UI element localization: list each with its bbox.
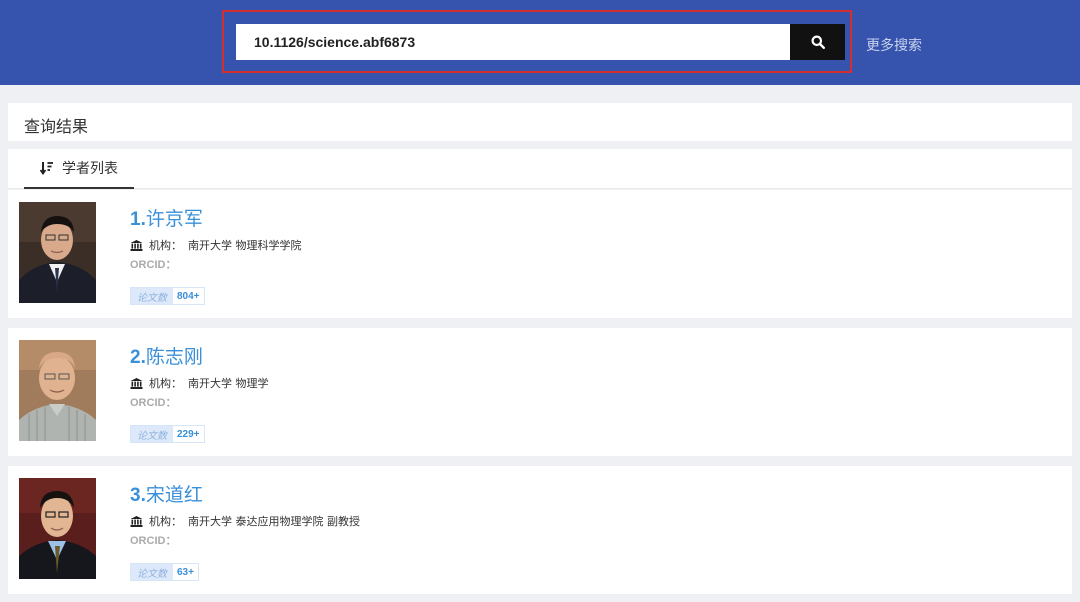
- paper-count-label: 论文数: [131, 288, 173, 304]
- tabs-bar: 学者列表: [8, 149, 1072, 189]
- paper-count-label: 论文数: [131, 426, 173, 442]
- scholar-name-link[interactable]: 2.陈志刚: [130, 342, 203, 369]
- scholar-name: 许京军: [145, 208, 203, 230]
- institution-label: 机构：: [149, 239, 182, 252]
- sort-icon: [40, 162, 53, 175]
- results-header: 查询结果: [8, 103, 1072, 141]
- more-search-link[interactable]: 更多搜索: [866, 35, 922, 55]
- institution-label: 机构：: [149, 377, 182, 390]
- institution-icon: [130, 239, 143, 251]
- paper-count-value: 63+: [173, 564, 198, 580]
- institution-value: 南开大学 物理学: [188, 377, 269, 390]
- tab-scholar-list[interactable]: 学者列表: [24, 149, 134, 189]
- tab-scholar-list-label: 学者列表: [62, 161, 118, 177]
- avatar[interactable]: [19, 478, 96, 579]
- scholar-index: 1.: [130, 209, 146, 230]
- scholar-name: 陈志刚: [145, 346, 203, 368]
- search-input[interactable]: [236, 24, 790, 60]
- scholar-name: 宋道红: [145, 484, 203, 506]
- scholar-index: 3.: [130, 485, 146, 506]
- institution-label: 机构：: [149, 515, 182, 528]
- avatar[interactable]: [19, 340, 96, 441]
- orcid-label: ORCID：: [130, 535, 177, 547]
- paper-count-value: 229+: [173, 426, 204, 442]
- institution-icon: [130, 515, 143, 527]
- paper-count-value: 804+: [173, 288, 204, 304]
- institution-row: 机构： 南开大学 物理科学学院: [130, 237, 302, 253]
- paper-count-badge[interactable]: 论文数 63+: [130, 563, 199, 581]
- scholar-card: 1.许京军 机构： 南开大学 物理科学学院 ORCID： 论文数 804+: [8, 190, 1072, 318]
- scholar-card: 2.陈志刚 机构： 南开大学 物理学 ORCID： 论文数 229+: [8, 328, 1072, 456]
- scholar-index: 2.: [130, 347, 146, 368]
- scholar-name-link[interactable]: 3.宋道红: [130, 480, 203, 507]
- results-title: 查询结果: [24, 117, 89, 136]
- avatar[interactable]: [19, 202, 96, 303]
- orcid-label: ORCID：: [130, 397, 177, 409]
- institution-value: 南开大学 物理科学学院: [188, 239, 302, 252]
- search-button[interactable]: [790, 24, 845, 60]
- paper-count-badge[interactable]: 论文数 804+: [130, 287, 205, 305]
- institution-icon: [130, 377, 143, 389]
- orcid-label: ORCID：: [130, 259, 177, 271]
- paper-count-label: 论文数: [131, 564, 173, 580]
- scholar-card: 3.宋道红 机构： 南开大学 泰达应用物理学院 副教授 ORCID： 论文数 6…: [8, 466, 1072, 594]
- scholar-name-link[interactable]: 1.许京军: [130, 204, 203, 231]
- institution-row: 机构： 南开大学 物理学: [130, 375, 269, 391]
- paper-count-badge[interactable]: 论文数 229+: [130, 425, 205, 443]
- search-icon: [811, 35, 825, 49]
- institution-value: 南开大学 泰达应用物理学院 副教授: [188, 515, 360, 528]
- institution-row: 机构： 南开大学 泰达应用物理学院 副教授: [130, 513, 360, 529]
